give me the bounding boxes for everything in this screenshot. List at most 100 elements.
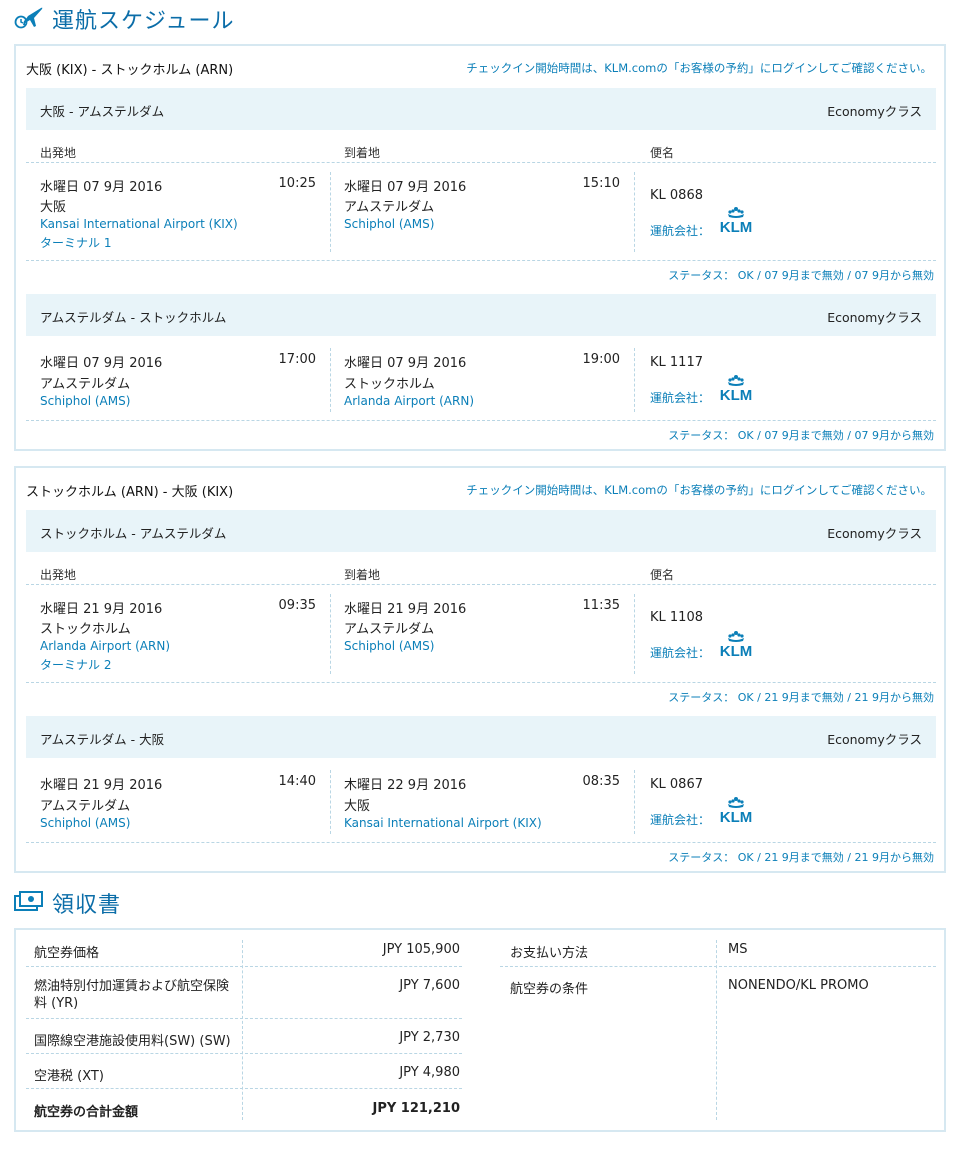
divider bbox=[330, 594, 331, 674]
flight-number: KL 1117 bbox=[650, 355, 703, 370]
receipt-box: 航空券価格 JPY 105,900 燃油特別付加運賃および航空保険 料 (YR)… bbox=[14, 928, 946, 1132]
divider bbox=[716, 940, 717, 1120]
operator-label: 運航会社： bbox=[650, 646, 711, 660]
plane-clock-icon bbox=[14, 4, 44, 34]
flight-number: KL 0868 bbox=[650, 188, 703, 203]
arr-city: 大阪 bbox=[344, 799, 371, 814]
segment-cabin: Economyクラス bbox=[827, 310, 922, 325]
receipt-label: 空港税 (XT) bbox=[34, 1069, 104, 1084]
arr-city: アムステルダム bbox=[344, 200, 435, 215]
col-head-to: 到着地 bbox=[344, 568, 381, 582]
receipt-value: JPY 105,900 bbox=[382, 942, 460, 957]
dep-city: ストックホルム bbox=[40, 622, 131, 637]
segment-name: ストックホルム - アムステルダム bbox=[40, 526, 227, 541]
klm-logo-icon bbox=[719, 631, 753, 658]
segment-cabin: Economyクラス bbox=[827, 732, 922, 747]
arr-time: 11:35 bbox=[582, 598, 620, 613]
segment-bar: アムステルダム - ストックホルム Economyクラス bbox=[26, 294, 936, 336]
divider bbox=[26, 260, 936, 261]
col-head-flight: 便名 bbox=[650, 146, 675, 160]
dep-airport: Arlanda Airport (ARN) bbox=[40, 639, 170, 653]
arr-date: 木曜日 22 9月 2016 bbox=[344, 778, 467, 793]
dep-date: 水曜日 07 9月 2016 bbox=[40, 356, 163, 371]
dep-airport: Schiphol (AMS) bbox=[40, 816, 131, 830]
klm-logo-icon bbox=[719, 375, 753, 402]
divider bbox=[26, 1018, 462, 1019]
divider bbox=[634, 770, 635, 834]
flight-number: KL 0867 bbox=[650, 777, 703, 792]
payment-value: MS bbox=[728, 942, 748, 957]
journey-box-outbound: 大阪 (KIX) - ストックホルム (ARN) チェックイン開始時間は、KLM… bbox=[14, 44, 946, 451]
arr-time: 08:35 bbox=[582, 774, 620, 789]
checkin-note-link[interactable]: チェックイン開始時間は、KLM.comの「お客様の予約」にログインしてご確認くだ… bbox=[466, 482, 932, 498]
col-head-to: 到着地 bbox=[344, 146, 381, 160]
receipt-icon bbox=[14, 889, 44, 917]
divider bbox=[634, 348, 635, 412]
arr-date: 水曜日 07 9月 2016 bbox=[344, 356, 467, 371]
checkin-note-link[interactable]: チェックイン開始時間は、KLM.comの「お客様の予約」にログインしてご確認くだ… bbox=[466, 60, 932, 76]
segment-bar: ストックホルム - アムステルダム Economyクラス bbox=[26, 510, 936, 552]
journey-box-return: ストックホルム (ARN) - 大阪 (KIX) チェックイン開始時間は、KLM… bbox=[14, 466, 946, 873]
segment-cabin: Economyクラス bbox=[827, 104, 922, 119]
receipt-label: 燃油特別付加運賃および航空保険 料 (YR) bbox=[34, 979, 230, 1011]
dep-terminal: ターミナル 1 bbox=[40, 236, 112, 250]
arr-airport: Schiphol (AMS) bbox=[344, 217, 435, 231]
arr-airport: Arlanda Airport (ARN) bbox=[344, 394, 474, 408]
divider bbox=[26, 162, 936, 163]
arr-date: 水曜日 07 9月 2016 bbox=[344, 180, 467, 195]
divider bbox=[26, 1053, 462, 1054]
segment-bar: アムステルダム - 大阪 Economyクラス bbox=[26, 716, 936, 758]
dep-time: 17:00 bbox=[278, 352, 316, 367]
segment-bar: 大阪 - アムステルダム Economyクラス bbox=[26, 88, 936, 130]
divider bbox=[26, 966, 462, 967]
receipt-total-value: JPY 121,210 bbox=[372, 1101, 460, 1116]
segment-cabin: Economyクラス bbox=[827, 526, 922, 541]
status-text: ステータス： OK / 07 9月まで無効 / 07 9月から無効 bbox=[668, 429, 934, 442]
arr-time: 15:10 bbox=[582, 176, 620, 191]
payment-label: お支払い方法 bbox=[510, 946, 589, 961]
segment-name: アムステルダム - 大阪 bbox=[40, 732, 165, 747]
arr-airport: Schiphol (AMS) bbox=[344, 639, 435, 653]
divider bbox=[26, 682, 936, 683]
dep-date: 水曜日 07 9月 2016 bbox=[40, 180, 163, 195]
divider bbox=[330, 770, 331, 834]
receipt-value: JPY 2,730 bbox=[399, 1030, 460, 1045]
divider bbox=[330, 172, 331, 252]
dep-time: 10:25 bbox=[278, 176, 316, 191]
dep-terminal: ターミナル 2 bbox=[40, 658, 112, 672]
conditions-label: 航空券の条件 bbox=[510, 982, 589, 997]
dep-city: アムステルダム bbox=[40, 377, 131, 392]
status-text: ステータス： OK / 21 9月まで無効 / 21 9月から無効 bbox=[668, 691, 934, 704]
operator-label: 運航会社： bbox=[650, 224, 711, 238]
receipt-label: 国際線空港施設使用料(SW) (SW) bbox=[34, 1034, 231, 1049]
dep-time: 14:40 bbox=[278, 774, 316, 789]
receipt-total-label: 航空券の合計金額 bbox=[34, 1105, 139, 1120]
conditions-value: NONENDO/KL PROMO bbox=[728, 978, 869, 993]
divider bbox=[330, 348, 331, 412]
journey-route: ストックホルム (ARN) - 大阪 (KIX) bbox=[26, 485, 234, 500]
segment-name: 大阪 - アムステルダム bbox=[40, 104, 165, 119]
dep-date: 水曜日 21 9月 2016 bbox=[40, 602, 163, 617]
operator-label: 運航会社： bbox=[650, 391, 711, 405]
divider bbox=[26, 1088, 462, 1089]
status-text: ステータス： OK / 21 9月まで無効 / 21 9月から無効 bbox=[668, 851, 934, 864]
dep-date: 水曜日 21 9月 2016 bbox=[40, 778, 163, 793]
divider bbox=[26, 420, 936, 421]
receipt-label: 航空券価格 bbox=[34, 946, 100, 961]
receipt-value: JPY 4,980 bbox=[399, 1065, 460, 1080]
operator-label: 運航会社： bbox=[650, 813, 711, 827]
receipt-title: 領収書 bbox=[52, 893, 122, 918]
journey-route: 大阪 (KIX) - ストックホルム (ARN) bbox=[26, 63, 234, 78]
status-text: ステータス： OK / 07 9月まで無効 / 07 9月から無効 bbox=[668, 269, 934, 282]
col-head-from: 出発地 bbox=[40, 146, 77, 160]
receipt-header: 領収書 bbox=[14, 888, 121, 918]
divider bbox=[634, 172, 635, 252]
arr-airport: Kansai International Airport (KIX) bbox=[344, 816, 542, 830]
dep-time: 09:35 bbox=[278, 598, 316, 613]
arr-city: アムステルダム bbox=[344, 622, 435, 637]
arr-city: ストックホルム bbox=[344, 377, 435, 392]
col-head-from: 出発地 bbox=[40, 568, 77, 582]
arr-date: 水曜日 21 9月 2016 bbox=[344, 602, 467, 617]
schedule-header: 運航スケジュール bbox=[14, 4, 234, 34]
klm-logo-icon bbox=[719, 797, 753, 824]
